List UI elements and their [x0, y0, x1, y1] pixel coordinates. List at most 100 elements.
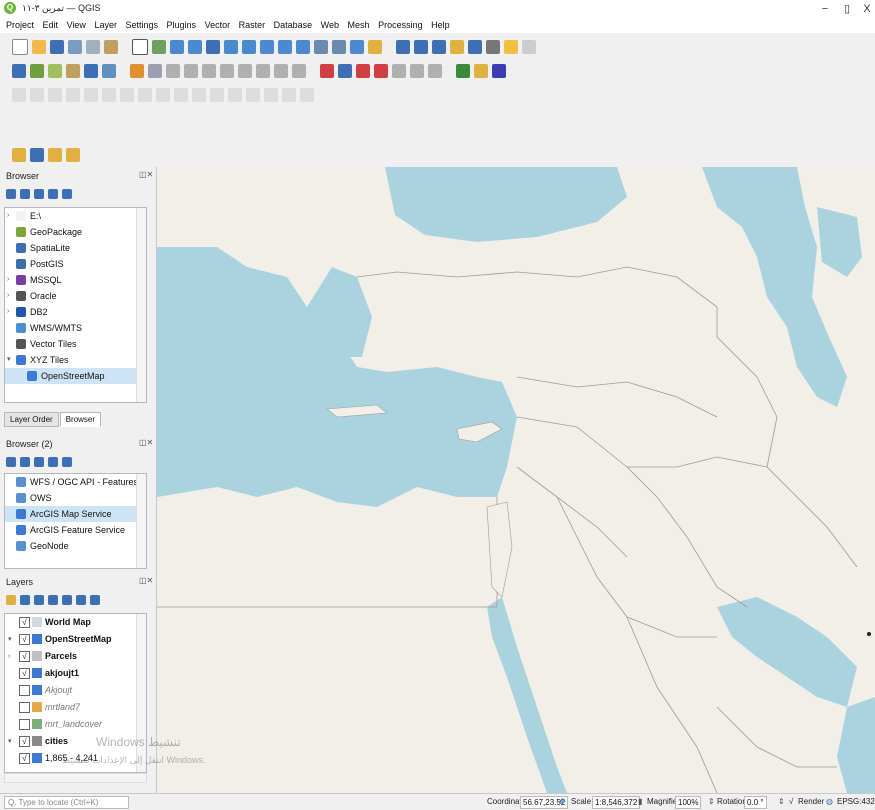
- filter-icon[interactable]: [34, 189, 44, 199]
- add-feature-icon[interactable]: [166, 64, 180, 78]
- reshape-icon[interactable]: [192, 88, 206, 102]
- layer-visibility-checkbox[interactable]: [19, 719, 30, 730]
- lock-icon[interactable]: ▮: [638, 797, 642, 806]
- open-project-icon[interactable]: [32, 40, 46, 54]
- browser-tree-item[interactable]: ▾ XYZ Tiles: [5, 352, 136, 368]
- expand-arrow-icon[interactable]: ›: [7, 288, 9, 304]
- expand-arrow-icon[interactable]: ▾: [8, 631, 12, 648]
- print-layout-icon[interactable]: [86, 40, 100, 54]
- merge-attributes-icon[interactable]: [282, 88, 296, 102]
- render-checkbox[interactable]: √: [789, 797, 793, 806]
- rotate-symbols-icon[interactable]: [300, 88, 314, 102]
- layer-row[interactable]: Akjoujt: [5, 682, 136, 699]
- menu-web[interactable]: Web: [321, 18, 339, 33]
- tab-browser[interactable]: Browser: [59, 412, 102, 427]
- browser2-scrollbar[interactable]: [136, 474, 146, 568]
- zoom-full-icon[interactable]: [206, 40, 220, 54]
- filter-icon[interactable]: [34, 457, 44, 467]
- browser-tree-item[interactable]: › E:\: [5, 208, 136, 224]
- pan-to-selection-icon[interactable]: [152, 40, 166, 54]
- sum-icon[interactable]: [468, 40, 482, 54]
- browser2-tree-item[interactable]: WFS / OGC API - Features: [5, 474, 138, 490]
- expand-arrow-icon[interactable]: ›: [7, 208, 9, 224]
- collapse-all-icon[interactable]: [48, 189, 58, 199]
- browser-tree-item[interactable]: GeoPackage: [5, 224, 136, 240]
- browser-tree-item[interactable]: PostGIS: [5, 256, 136, 272]
- zoom-in-icon[interactable]: [170, 40, 184, 54]
- measure-icon[interactable]: [486, 40, 500, 54]
- scale-combobox[interactable]: 1:8,546,372: [592, 796, 641, 809]
- menu-edit[interactable]: Edit: [43, 18, 59, 33]
- browser-scrollbar[interactable]: [136, 208, 146, 402]
- add-raster-icon[interactable]: [66, 64, 80, 78]
- layers-tree[interactable]: √ World Map ▾ √ OpenStreetMap › √ Parcels √ akjou…: [4, 613, 147, 773]
- delete-ring-icon[interactable]: [156, 88, 170, 102]
- add-group-icon[interactable]: [20, 595, 30, 605]
- browser2-tree-item[interactable]: ArcGIS Feature Service: [5, 522, 136, 538]
- offset-curve-icon[interactable]: [210, 88, 224, 102]
- refresh-icon[interactable]: [20, 457, 30, 467]
- pan-icon[interactable]: [132, 39, 148, 55]
- settings-gear-icon[interactable]: [450, 40, 464, 54]
- layer-visibility-checkbox[interactable]: √: [19, 617, 30, 628]
- browser-tree-item[interactable]: › Oracle: [5, 288, 136, 304]
- layer-visibility-checkbox[interactable]: √: [19, 651, 30, 662]
- crs-button[interactable]: EPSG:4326: [837, 797, 875, 806]
- menu-view[interactable]: View: [67, 18, 86, 33]
- zoom-last-icon[interactable]: [278, 40, 292, 54]
- spinner-icon[interactable]: ⇕: [708, 797, 715, 806]
- open-styling-icon[interactable]: [6, 595, 16, 605]
- paste-features-icon[interactable]: [256, 64, 270, 78]
- menu-vector[interactable]: Vector: [205, 18, 231, 33]
- identify-icon[interactable]: [396, 40, 410, 54]
- layer-row[interactable]: mrtland7: [5, 699, 136, 716]
- processing-icon[interactable]: [492, 64, 506, 78]
- add-wms-icon[interactable]: [102, 64, 116, 78]
- delete-part-icon[interactable]: [174, 88, 188, 102]
- collapse-all-icon[interactable]: [48, 457, 58, 467]
- menu-settings[interactable]: Settings: [125, 18, 158, 33]
- minimize-button[interactable]: −: [818, 2, 832, 16]
- layer-row[interactable]: √ World Map: [5, 614, 136, 631]
- collapse-all-icon[interactable]: [76, 595, 86, 605]
- layer-row[interactable]: › √ Parcels: [5, 648, 136, 665]
- browser2-tree[interactable]: WFS / OGC API - Features OWS ArcGIS Map Se…: [4, 473, 147, 569]
- layout-manager-icon[interactable]: [104, 40, 118, 54]
- pin-labels-icon[interactable]: [338, 64, 352, 78]
- menu-mesh[interactable]: Mesh: [348, 18, 370, 33]
- fill-ring-icon[interactable]: [138, 88, 152, 102]
- select-features-icon[interactable]: [12, 148, 26, 162]
- save-edits-icon[interactable]: [148, 64, 162, 78]
- browser-tree-item[interactable]: › DB2: [5, 304, 136, 320]
- merge-features-icon[interactable]: [264, 88, 278, 102]
- python-console-icon[interactable]: [456, 64, 470, 78]
- tips-icon[interactable]: [504, 40, 518, 54]
- layer-visibility-checkbox[interactable]: √: [19, 736, 30, 747]
- layer-visibility-checkbox[interactable]: √: [19, 753, 30, 764]
- zoom-next-icon[interactable]: [296, 40, 310, 54]
- temporal-icon[interactable]: [350, 40, 364, 54]
- layer-visibility-checkbox[interactable]: [19, 685, 30, 696]
- map-canvas[interactable]: [157, 167, 875, 793]
- expand-arrow-icon[interactable]: ›: [7, 304, 9, 320]
- add-selected-icon[interactable]: [6, 189, 16, 199]
- refresh-icon[interactable]: [20, 189, 30, 199]
- move-label-icon[interactable]: [374, 64, 388, 78]
- browser-tree-item[interactable]: OpenStreetMap: [5, 368, 136, 384]
- browser2-tree-item[interactable]: OWS: [5, 490, 136, 506]
- scale-feature-icon[interactable]: [66, 88, 80, 102]
- cut-features-icon[interactable]: [220, 64, 234, 78]
- trace-icon[interactable]: [30, 88, 44, 102]
- select-value-icon[interactable]: [30, 148, 44, 162]
- locator-input[interactable]: Q. Type to locate (Ctrl+K): [4, 796, 129, 809]
- info-icon[interactable]: [62, 189, 72, 199]
- add-delimited-icon[interactable]: [84, 64, 98, 78]
- attribute-table-icon[interactable]: [414, 40, 428, 54]
- snapping-icon[interactable]: [12, 88, 26, 102]
- zoom-layer-icon[interactable]: [242, 40, 256, 54]
- browser2-tree-item[interactable]: ArcGIS Map Service: [5, 506, 136, 522]
- panel-float-close-icon[interactable]: ◫✕: [139, 438, 153, 447]
- plugin-icon[interactable]: [474, 64, 488, 78]
- refresh-icon[interactable]: [368, 40, 382, 54]
- menu-layer[interactable]: Layer: [94, 18, 117, 33]
